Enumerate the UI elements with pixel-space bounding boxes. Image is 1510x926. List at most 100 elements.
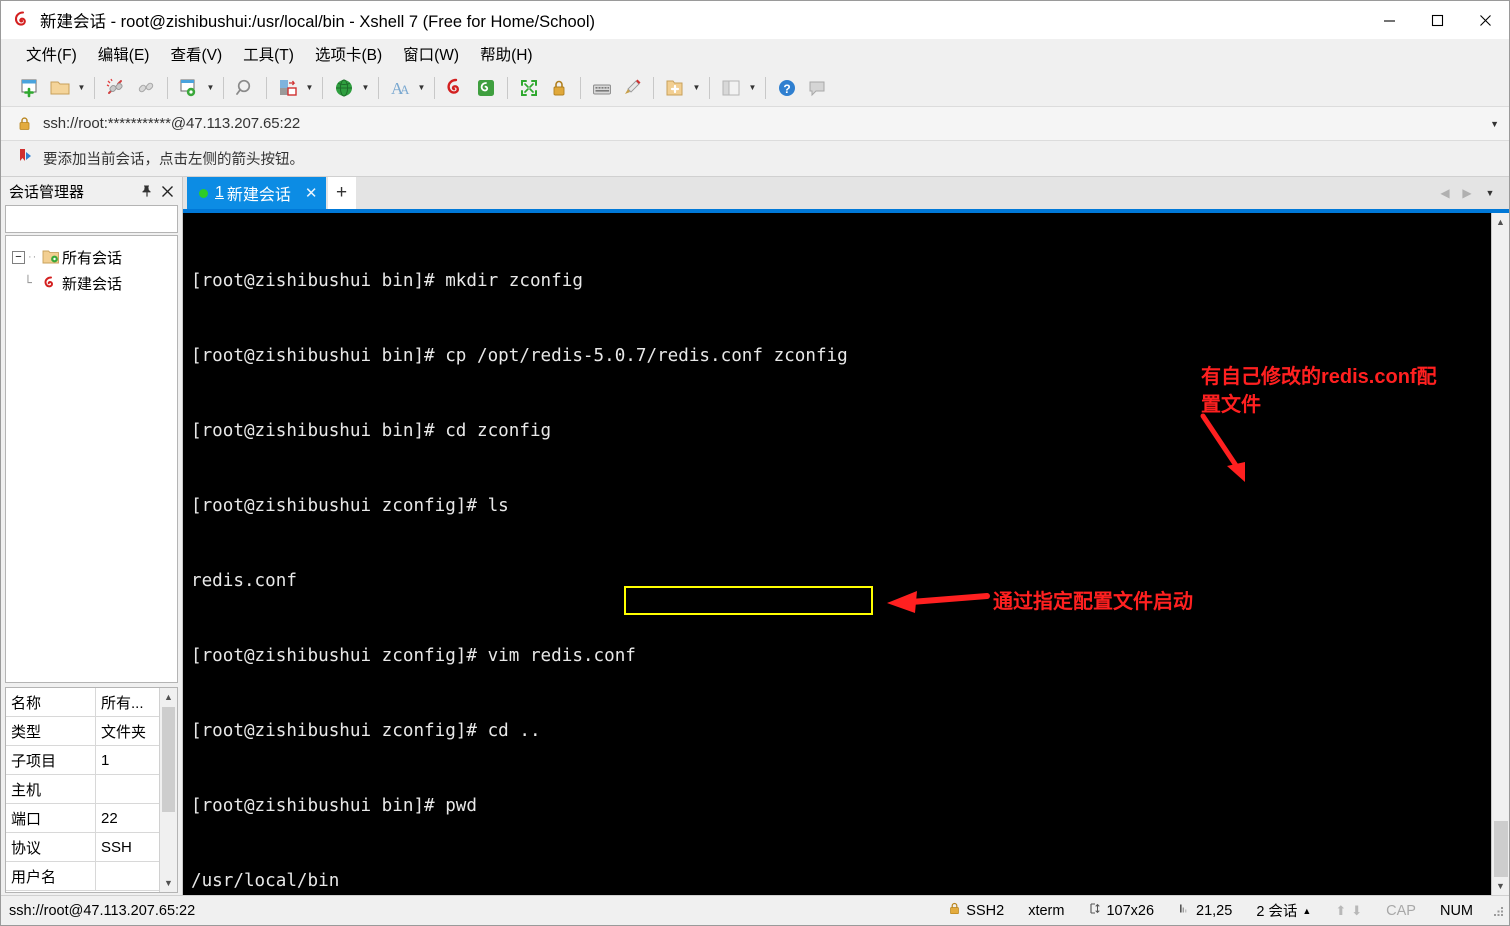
search-input[interactable] [6,211,199,227]
scroll-up-arrow-icon[interactable]: ▲ [1492,213,1510,231]
tab-bar-controls: ◀ ▶ ▼ [1435,177,1509,209]
terminal-line: [root@zishibushui bin]# cd zconfig [191,421,552,441]
keyboard-icon[interactable] [587,73,617,103]
triangle-right-icon[interactable]: ▶ [1457,178,1477,208]
scroll-down-arrow-icon[interactable]: ▼ [1492,877,1510,895]
property-value [96,862,159,890]
xshell-window: 新建会话 - root@zishibushui:/usr/local/bin -… [0,0,1510,926]
scroll-up-arrow-icon[interactable]: ▲ [160,688,178,706]
maximize-button[interactable] [1413,1,1461,39]
terminal-screen[interactable]: [root@zishibushui bin]# mkdir zconfig [r… [183,213,1491,895]
status-num-lock: NUM [1439,902,1473,919]
tab-close-icon[interactable]: ✕ [305,184,318,202]
lock-icon [17,116,37,131]
menu-tools[interactable]: 工具(T) [234,40,303,68]
tree-expander-icon[interactable]: − [12,250,25,264]
toolbar-separator [580,76,581,99]
main-body: 会话管理器 − ·· 所有会话 └ 新建会话 名称 所有... 类型 文件夹 子… [1,177,1509,895]
toolbar-separator [94,76,95,99]
resize-grip-icon[interactable] [1491,904,1505,918]
tree-node-new-session[interactable]: └ 新建会话 [6,270,177,296]
font-icon[interactable]: A A [385,73,415,103]
terminal-wrapper: [root@zishibushui bin]# mkdir zconfig [r… [183,213,1509,895]
session-search-box[interactable] [5,205,214,233]
pin-icon[interactable] [138,183,155,200]
caret-up-icon[interactable]: ▲ [1302,906,1311,916]
property-key: 类型 [6,717,96,745]
tab-new-session[interactable]: 1 新建会话 ✕ [187,177,326,209]
property-row: 主机 [6,775,159,804]
layout-icon[interactable] [716,73,746,103]
chevron-down-icon[interactable]: ▼ [1479,178,1501,208]
file-transfer-icon[interactable] [273,73,303,103]
open-folder-icon[interactable] [45,73,75,103]
open-folder-dropdown-icon[interactable]: ▼ [75,73,88,103]
status-sessions[interactable]: 2 会话 ▲ [1244,900,1323,921]
status-cursor-position: 21,25 [1166,902,1244,919]
menu-window[interactable]: 窗口(W) [394,40,468,68]
new-tab-button[interactable]: + [327,177,356,209]
toolbar-separator [322,76,323,99]
new-folder-dropdown-icon[interactable]: ▼ [690,73,703,103]
menu-file[interactable]: 文件(F) [17,40,86,68]
toolbar-separator [378,76,379,99]
layout-dropdown-icon[interactable]: ▼ [746,73,759,103]
tab-bar: 1 新建会话 ✕ + ◀ ▶ ▼ [183,177,1509,213]
property-row: 用户名 [6,862,159,891]
globe-dropdown-icon[interactable]: ▼ [359,73,372,103]
session-properties-dropdown-icon[interactable]: ▼ [204,73,217,103]
property-value [96,775,159,803]
property-key: 子项目 [6,746,96,774]
window-title: 新建会话 - root@zishibushui:/usr/local/bin -… [40,13,596,31]
menu-view[interactable]: 查看(V) [161,40,231,68]
close-button[interactable] [1461,1,1509,39]
scrollbar-thumb[interactable] [162,707,175,812]
chat-icon[interactable] [802,73,832,103]
address-bar[interactable]: ssh://root:***********@47.113.207.65:22 … [1,107,1509,141]
font-dropdown-icon[interactable]: ▼ [415,73,428,103]
session-manager-title: 会话管理器 [9,183,85,201]
toolbar-separator [653,76,654,99]
address-url[interactable]: ssh://root:***********@47.113.207.65:22 [43,115,300,132]
new-folder-icon[interactable] [660,73,690,103]
find-icon[interactable] [230,73,260,103]
menu-help[interactable]: 帮助(H) [471,40,542,68]
lock-icon[interactable] [544,73,574,103]
session-properties-icon[interactable] [174,73,204,103]
scroll-down-arrow-icon[interactable]: ▼ [160,874,178,892]
minimize-button[interactable] [1365,1,1413,39]
chevron-down-icon[interactable]: ▼ [1490,119,1499,129]
toolbar: ▼ ▼ ▼ ▼ A A ▼ ▼ ▼ ? [1,69,1509,107]
disconnect-icon[interactable] [101,73,131,103]
status-size: 107x26 [1076,902,1166,919]
close-icon[interactable] [159,183,176,200]
globe-icon[interactable] [329,73,359,103]
highlight-icon[interactable] [617,73,647,103]
bookmark-arrow-icon [17,147,35,170]
tree-label-all-sessions: 所有会话 [62,249,123,267]
status-caps-lock: CAP [1386,902,1416,919]
property-key: 协议 [6,833,96,861]
triangle-left-icon[interactable]: ◀ [1435,178,1455,208]
fullscreen-icon[interactable] [514,73,544,103]
help-icon[interactable]: ? [772,73,802,103]
tree-connector: └ [24,275,32,291]
toolbar-separator [765,76,766,99]
lock-icon [948,902,961,919]
toolbar-separator [434,76,435,99]
status-size-label: 107x26 [1106,902,1155,919]
xftp-icon[interactable] [471,73,501,103]
xshell-icon[interactable] [441,73,471,103]
folder-settings-icon [40,249,62,265]
scrollbar-track[interactable] [1492,231,1510,877]
scrollbar-thumb[interactable] [1493,821,1508,877]
menu-edit[interactable]: 编辑(E) [89,40,159,68]
terminal-scrollbar[interactable]: ▲ ▼ [1491,213,1509,895]
menu-tabs[interactable]: 选项卡(B) [306,40,391,68]
tree-node-all-sessions[interactable]: − ·· 所有会话 [6,244,177,270]
file-transfer-dropdown-icon[interactable]: ▼ [303,73,316,103]
notice-text: 要添加当前会话，点击左侧的箭头按钮。 [43,152,304,168]
properties-scrollbar[interactable]: ▲ ▼ [159,688,177,892]
reconnect-icon[interactable] [131,73,161,103]
new-session-icon[interactable] [15,73,45,103]
